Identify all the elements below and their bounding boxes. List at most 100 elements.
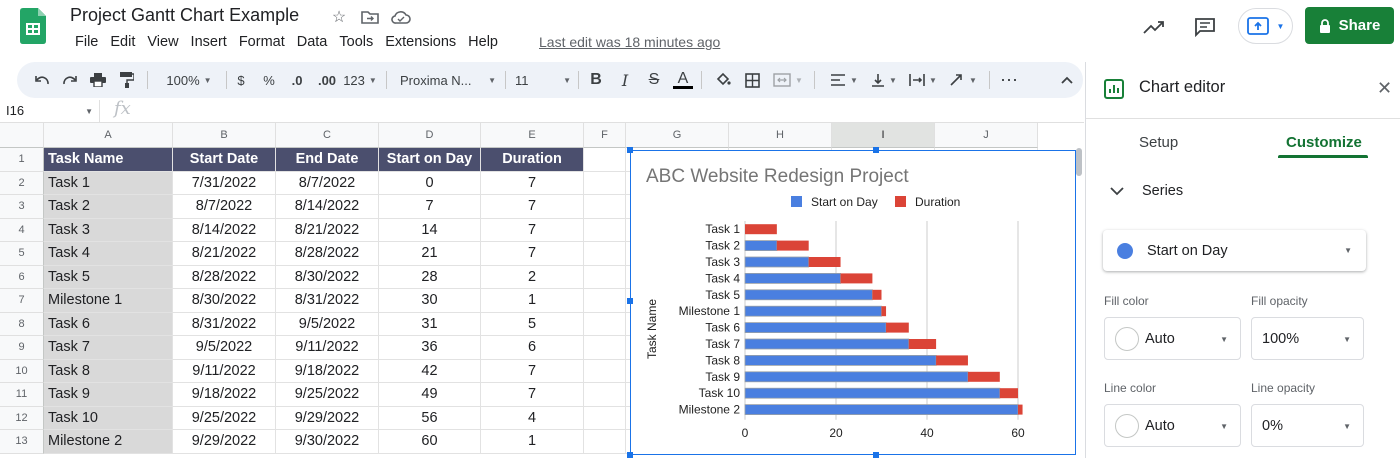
table-cell[interactable]: Task 10 [44, 406, 173, 430]
table-cell[interactable]: Task 3 [44, 218, 173, 242]
table-cell[interactable]: 42 [379, 359, 481, 383]
undo-icon[interactable] [31, 62, 53, 98]
font-family-select[interactable]: Proxima N... ▼ [400, 62, 496, 98]
table-cell[interactable] [584, 383, 626, 407]
table-cell[interactable]: 1 [481, 430, 584, 454]
table-cell[interactable]: 8/7/2022 [173, 195, 276, 219]
menu-tools[interactable]: Tools [333, 34, 379, 50]
table-cell[interactable]: 8/14/2022 [276, 195, 379, 219]
redo-icon[interactable] [59, 62, 81, 98]
row-header[interactable]: 3 [0, 195, 44, 219]
table-cell[interactable]: Task 4 [44, 242, 173, 266]
table-cell[interactable]: Task 8 [44, 359, 173, 383]
menu-edit[interactable]: Edit [104, 34, 141, 50]
currency-format-button[interactable]: $ [231, 62, 251, 98]
table-cell[interactable]: 1 [481, 289, 584, 313]
column-header-b[interactable]: B [173, 123, 276, 148]
row-header[interactable]: 10 [0, 359, 44, 383]
table-cell[interactable] [584, 242, 626, 266]
table-cell[interactable]: 4 [481, 406, 584, 430]
column-header-h[interactable]: H [729, 123, 832, 148]
tab-customize[interactable]: Customize [1286, 134, 1362, 151]
table-cell[interactable]: 9/18/2022 [276, 359, 379, 383]
select-all-corner[interactable] [0, 123, 44, 148]
column-header-e[interactable]: E [481, 123, 584, 148]
table-cell[interactable] [584, 195, 626, 219]
fill-opacity-select[interactable]: 100% ▼ [1251, 317, 1364, 360]
table-cell[interactable]: 8/28/2022 [173, 265, 276, 289]
table-header-cell[interactable]: Start on Day [379, 148, 481, 172]
present-button[interactable]: ▼ [1238, 8, 1293, 44]
font-size-select[interactable]: 11 ▼ [515, 62, 571, 98]
table-cell[interactable]: Task 2 [44, 195, 173, 219]
row-header[interactable]: 5 [0, 242, 44, 266]
merge-cells-icon[interactable]: ▼ [771, 62, 805, 98]
table-cell[interactable]: Task 6 [44, 312, 173, 336]
column-header-j[interactable]: J [935, 123, 1038, 148]
table-cell[interactable] [584, 312, 626, 336]
menu-insert[interactable]: Insert [185, 34, 233, 50]
table-header-cell[interactable]: Duration [481, 148, 584, 172]
table-cell[interactable]: 9/11/2022 [173, 359, 276, 383]
table-cell[interactable]: 7 [481, 242, 584, 266]
table-cell[interactable] [584, 218, 626, 242]
table-cell[interactable]: 56 [379, 406, 481, 430]
resize-handle[interactable] [873, 452, 879, 458]
resize-handle[interactable] [627, 298, 633, 304]
star-icon[interactable]: ☆ [329, 7, 349, 27]
more-formats-select[interactable]: 123 ▼ [343, 62, 377, 98]
row-header[interactable]: 4 [0, 218, 44, 242]
table-cell[interactable]: 9/11/2022 [276, 336, 379, 360]
table-cell[interactable] [584, 289, 626, 313]
collapse-toolbar-icon[interactable] [1057, 62, 1077, 98]
last-edit-link[interactable]: Last edit was 18 minutes ago [539, 34, 720, 50]
table-header-cell[interactable]: Task Name [44, 148, 173, 172]
table-cell[interactable]: 9/29/2022 [276, 406, 379, 430]
resize-handle[interactable] [627, 147, 633, 153]
close-icon[interactable]: ✕ [1377, 78, 1392, 99]
table-cell[interactable] [584, 406, 626, 430]
table-cell[interactable]: 28 [379, 265, 481, 289]
row-header[interactable]: 2 [0, 171, 44, 195]
table-cell[interactable]: 7 [481, 218, 584, 242]
table-cell[interactable] [584, 430, 626, 454]
column-header-c[interactable]: C [276, 123, 379, 148]
table-cell[interactable]: 60 [379, 430, 481, 454]
table-cell[interactable] [584, 336, 626, 360]
table-cell[interactable]: Milestone 1 [44, 289, 173, 313]
decrease-decimal-button[interactable]: .0 [285, 62, 309, 98]
move-folder-icon[interactable] [360, 7, 380, 27]
table-cell[interactable]: 7/31/2022 [173, 171, 276, 195]
table-cell[interactable]: Task 7 [44, 336, 173, 360]
menu-help[interactable]: Help [462, 34, 504, 50]
increase-decimal-button[interactable]: .00 [313, 62, 341, 98]
table-cell[interactable]: 8/30/2022 [276, 265, 379, 289]
table-cell[interactable]: Task 1 [44, 171, 173, 195]
table-cell[interactable]: 31 [379, 312, 481, 336]
text-color-button[interactable]: A [672, 62, 694, 98]
paint-format-icon[interactable] [116, 62, 138, 98]
table-cell[interactable] [584, 171, 626, 195]
table-cell[interactable]: 7 [481, 171, 584, 195]
resize-handle[interactable] [627, 452, 633, 458]
italic-button[interactable]: I [615, 62, 635, 98]
table-cell[interactable]: 8/31/2022 [173, 312, 276, 336]
zoom-select[interactable]: 100% ▼ [159, 62, 219, 98]
table-cell[interactable]: 30 [379, 289, 481, 313]
table-cell[interactable]: 36 [379, 336, 481, 360]
table-cell[interactable]: 7 [481, 383, 584, 407]
table-cell[interactable]: 8/14/2022 [173, 218, 276, 242]
menu-file[interactable]: File [69, 34, 104, 50]
table-cell[interactable]: 8/28/2022 [276, 242, 379, 266]
table-cell[interactable]: 5 [481, 312, 584, 336]
table-cell[interactable]: 2 [481, 265, 584, 289]
menu-data[interactable]: Data [291, 34, 334, 50]
line-opacity-select[interactable]: 0% ▼ [1251, 404, 1364, 447]
document-title[interactable]: Project Gantt Chart Example [70, 5, 299, 26]
strikethrough-button[interactable]: S [644, 62, 664, 98]
row-header[interactable]: 8 [0, 312, 44, 336]
table-cell[interactable]: 8/21/2022 [276, 218, 379, 242]
row-header[interactable]: 7 [0, 289, 44, 313]
table-cell[interactable]: 6 [481, 336, 584, 360]
more-options-icon[interactable]: ⋯ [999, 62, 1019, 98]
